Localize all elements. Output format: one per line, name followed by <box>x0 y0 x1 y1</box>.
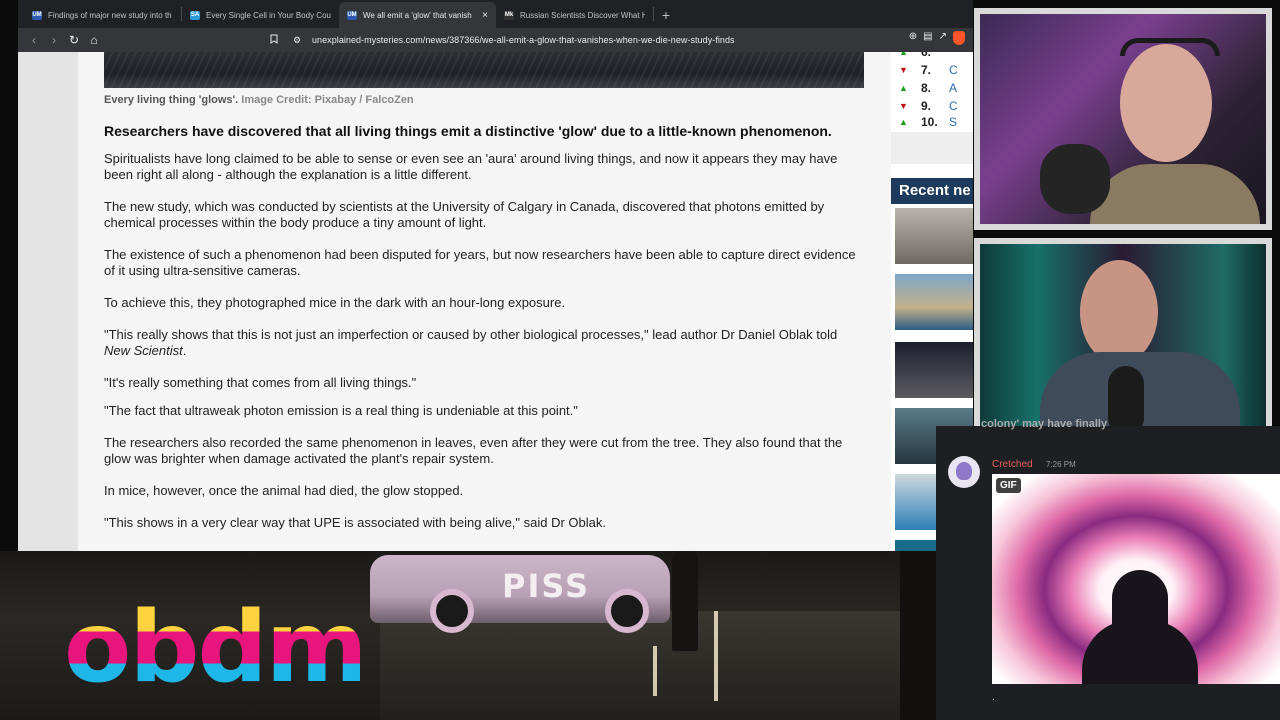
bookmark-icon[interactable] <box>264 30 284 50</box>
tab-close-icon[interactable]: × <box>482 10 488 21</box>
tab-title: We all emit a 'glow' that vanish <box>363 10 472 20</box>
web-page: Every living thing 'glows'. Image Credit… <box>18 52 973 551</box>
news-thumbnail[interactable] <box>895 208 973 264</box>
reader-mode-icon[interactable]: ▤ <box>923 31 932 45</box>
rank-item[interactable]: ▼ 7. C <box>899 61 973 79</box>
article-paragraph: "This really shows that this is not just… <box>104 327 838 358</box>
browser-tab-2[interactable]: SA Every Single Cell in Your Body Coul <box>182 2 339 28</box>
tab-favicon-icon: UM <box>32 10 42 20</box>
banner-lamp <box>900 551 936 720</box>
tab-favicon-icon: UM <box>347 10 357 20</box>
car-wheel <box>605 589 649 633</box>
rank-down-icon: ▼ <box>899 101 908 111</box>
tab-title: Every Single Cell in Your Body Coul <box>206 10 331 20</box>
article-paragraph: The new study, which was conducted by sc… <box>104 199 825 230</box>
new-tab-button[interactable]: + <box>654 2 678 28</box>
rank-up-icon: ▲ <box>899 117 908 127</box>
url-text[interactable]: unexplained-mysteries.com/news/387366/we… <box>312 35 735 45</box>
image-caption: Every living thing 'glows'. Image Credit… <box>104 94 414 106</box>
article-paragraph: In mice, however, once the animal had di… <box>104 483 464 498</box>
tab-title: Russian Scientists Discover What Ha <box>520 10 645 20</box>
recent-news-heading: Recent ne <box>891 178 973 204</box>
home-icon[interactable]: ⌂ <box>84 30 104 50</box>
rank-item[interactable]: ▲ 10. S <box>899 113 973 131</box>
headphones-icon <box>1120 38 1220 56</box>
stream-banner: PISS obdm <box>0 551 936 720</box>
floor-reflection <box>714 611 718 701</box>
car-wheel <box>430 589 474 633</box>
browser-toolbar: ‹ › ↻ ⌂ ⚙ unexplained-mysteries.com/news… <box>18 28 973 52</box>
webcam-bottom <box>974 238 1272 444</box>
user-avatar[interactable] <box>948 456 980 488</box>
toolbar-actions: ⊕ ▤ ↗ <box>909 31 965 45</box>
car-text: PISS <box>502 567 591 605</box>
forward-arrow-icon[interactable]: › <box>44 30 64 50</box>
rank-up-icon: ▲ <box>899 83 908 93</box>
article-paragraph: The existence of such a phenomenon had b… <box>104 247 856 278</box>
floor-reflection <box>653 646 657 696</box>
tab-favicon-icon: SA <box>190 10 200 20</box>
chat-timestamp: 7:26 PM <box>1046 460 1076 469</box>
page-margin <box>18 52 78 551</box>
webcam-top <box>974 8 1272 230</box>
gif-badge: GIF <box>996 478 1021 493</box>
browser-tab-bar: UM Findings of major new study into th S… <box>18 0 973 28</box>
image-credit: Image Credit: Pixabay / FalcoZen <box>241 94 414 106</box>
zoom-icon[interactable]: ⊕ <box>909 31 917 45</box>
gif-silhouette <box>1082 570 1198 684</box>
rank-item[interactable]: ▲ 8. A <box>899 79 973 97</box>
page-text-behind: colony' may have finally <box>981 418 1108 430</box>
article-paragraph: The researchers also recorded the same p… <box>104 435 843 466</box>
streamer-face <box>1120 44 1212 162</box>
chat-gif[interactable]: GIF <box>992 474 1280 684</box>
article-body: Researchers have discovered that all liv… <box>104 122 864 547</box>
article-paragraph: "This shows in a very clear way that UPE… <box>104 515 606 530</box>
rank-up-icon: ▲ <box>899 52 908 57</box>
source-name[interactable]: New Scientist <box>104 343 183 358</box>
guest-face <box>1080 260 1158 364</box>
chat-username[interactable]: Cretched <box>992 459 1033 470</box>
news-thumbnail[interactable] <box>895 274 973 330</box>
tab-title: Findings of major new study into th <box>48 10 172 20</box>
news-thumbnail[interactable] <box>895 342 973 398</box>
browser-tab-active[interactable]: UM We all emit a 'glow' that vanish × <box>339 2 496 28</box>
rank-item[interactable]: ▲ 6. <box>899 52 973 61</box>
share-icon[interactable]: ↗ <box>939 31 947 45</box>
back-arrow-icon[interactable]: ‹ <box>24 30 44 50</box>
article-paragraph: "The fact that ultraweak photon emission… <box>104 403 578 418</box>
brave-shield-icon[interactable] <box>953 31 965 45</box>
streamer-shirt <box>1090 164 1260 224</box>
microphone <box>1040 144 1110 214</box>
article-paragraph: Spiritualists have long claimed to be ab… <box>104 151 838 182</box>
reload-icon[interactable]: ↻ <box>64 30 84 50</box>
browser-tab-4[interactable]: Mk Russian Scientists Discover What Ha <box>496 2 653 28</box>
caption-text: Every living thing 'glows'. <box>104 94 239 106</box>
address-bar[interactable]: ⚙ unexplained-mysteries.com/news/387366/… <box>288 31 996 49</box>
tab-favicon-icon: Mk <box>504 10 514 20</box>
article: Every living thing 'glows'. Image Credit… <box>78 52 892 551</box>
article-paragraph: "It's really something that comes from a… <box>104 375 417 390</box>
article-lead: Researchers have discovered that all liv… <box>104 123 832 139</box>
sidebar-spacer <box>891 132 973 164</box>
site-settings-icon[interactable]: ⚙ <box>288 35 306 46</box>
article-paragraph: To achieve this, they photographed mice … <box>104 295 566 310</box>
rank-down-icon: ▼ <box>899 65 908 75</box>
chat-panel: colony' may have finally Cretched 7:26 P… <box>936 418 1280 720</box>
browser-tab-1[interactable]: UM Findings of major new study into th <box>24 2 181 28</box>
hero-image <box>104 52 864 88</box>
chat-message-text: . <box>992 692 995 703</box>
person-silhouette <box>672 551 698 651</box>
channel-logo: obdm <box>64 591 368 705</box>
